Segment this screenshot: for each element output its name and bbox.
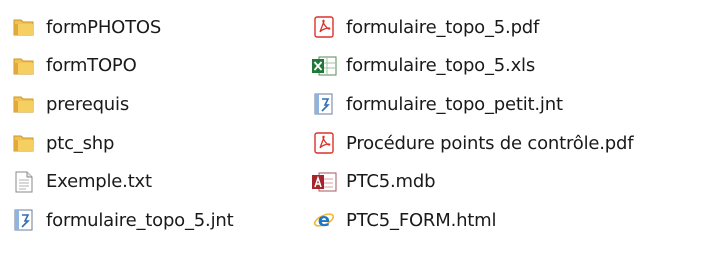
file-item-ptc5-mdb[interactable]: PTC5.mdb: [310, 162, 700, 201]
file-item-formulaire-topo-5-jnt[interactable]: formulaire_topo_5.jnt: [10, 201, 300, 240]
file-item-formphotos[interactable]: formPHOTOS: [10, 8, 300, 47]
file-name: Exemple.txt: [46, 171, 152, 193]
file-item-ptc5-form-html[interactable]: e PTC5_FORM.html: [310, 201, 700, 240]
file-name: PTC5_FORM.html: [346, 209, 497, 231]
excel-file-icon: [310, 54, 338, 78]
file-item-formulaire-topo-petit-jnt[interactable]: formulaire_topo_petit.jnt: [310, 85, 700, 124]
file-name: formulaire_topo_5.xls: [346, 55, 536, 77]
journal-file-icon: [10, 208, 38, 232]
access-db-icon: [310, 170, 338, 194]
pdf-file-icon: [310, 131, 338, 155]
folder-icon: [10, 131, 38, 155]
file-name: Procédure points de contrôle.pdf: [346, 132, 634, 154]
file-name: formPHOTOS: [46, 16, 162, 38]
file-name: ptc_shp: [46, 132, 115, 154]
file-item-formulaire-topo-5-xls[interactable]: formulaire_topo_5.xls: [310, 47, 700, 86]
file-name: formulaire_topo_5.jnt: [46, 209, 234, 231]
text-file-icon: [10, 170, 38, 194]
file-list-right-column: formulaire_topo_5.pdf formulaire_topo_5.…: [310, 8, 700, 240]
file-name: formulaire_topo_5.pdf: [346, 16, 540, 38]
file-name: prerequis: [46, 93, 129, 115]
file-item-formtopo[interactable]: formTOPO: [10, 47, 300, 86]
file-name: formTOPO: [46, 55, 137, 77]
journal-file-icon: [310, 92, 338, 116]
file-name: PTC5.mdb: [346, 171, 436, 193]
folder-icon: [10, 54, 38, 78]
file-item-procedure-points-de-controle-pdf[interactable]: Procédure points de contrôle.pdf: [310, 124, 700, 163]
file-item-formulaire-topo-5-pdf[interactable]: formulaire_topo_5.pdf: [310, 8, 700, 47]
svg-text:e: e: [318, 210, 330, 231]
file-name: formulaire_topo_petit.jnt: [346, 93, 563, 115]
internet-explorer-icon: e: [310, 208, 338, 232]
file-item-exemple-txt[interactable]: Exemple.txt: [10, 162, 300, 201]
file-item-prerequis[interactable]: prerequis: [10, 85, 300, 124]
pdf-file-icon: [310, 15, 338, 39]
folder-icon: [10, 92, 38, 116]
file-list-left-column: formPHOTOS formTOPO prerequis ptc_shp Ex…: [10, 8, 300, 240]
folder-icon: [10, 15, 38, 39]
file-item-ptc-shp[interactable]: ptc_shp: [10, 124, 300, 163]
